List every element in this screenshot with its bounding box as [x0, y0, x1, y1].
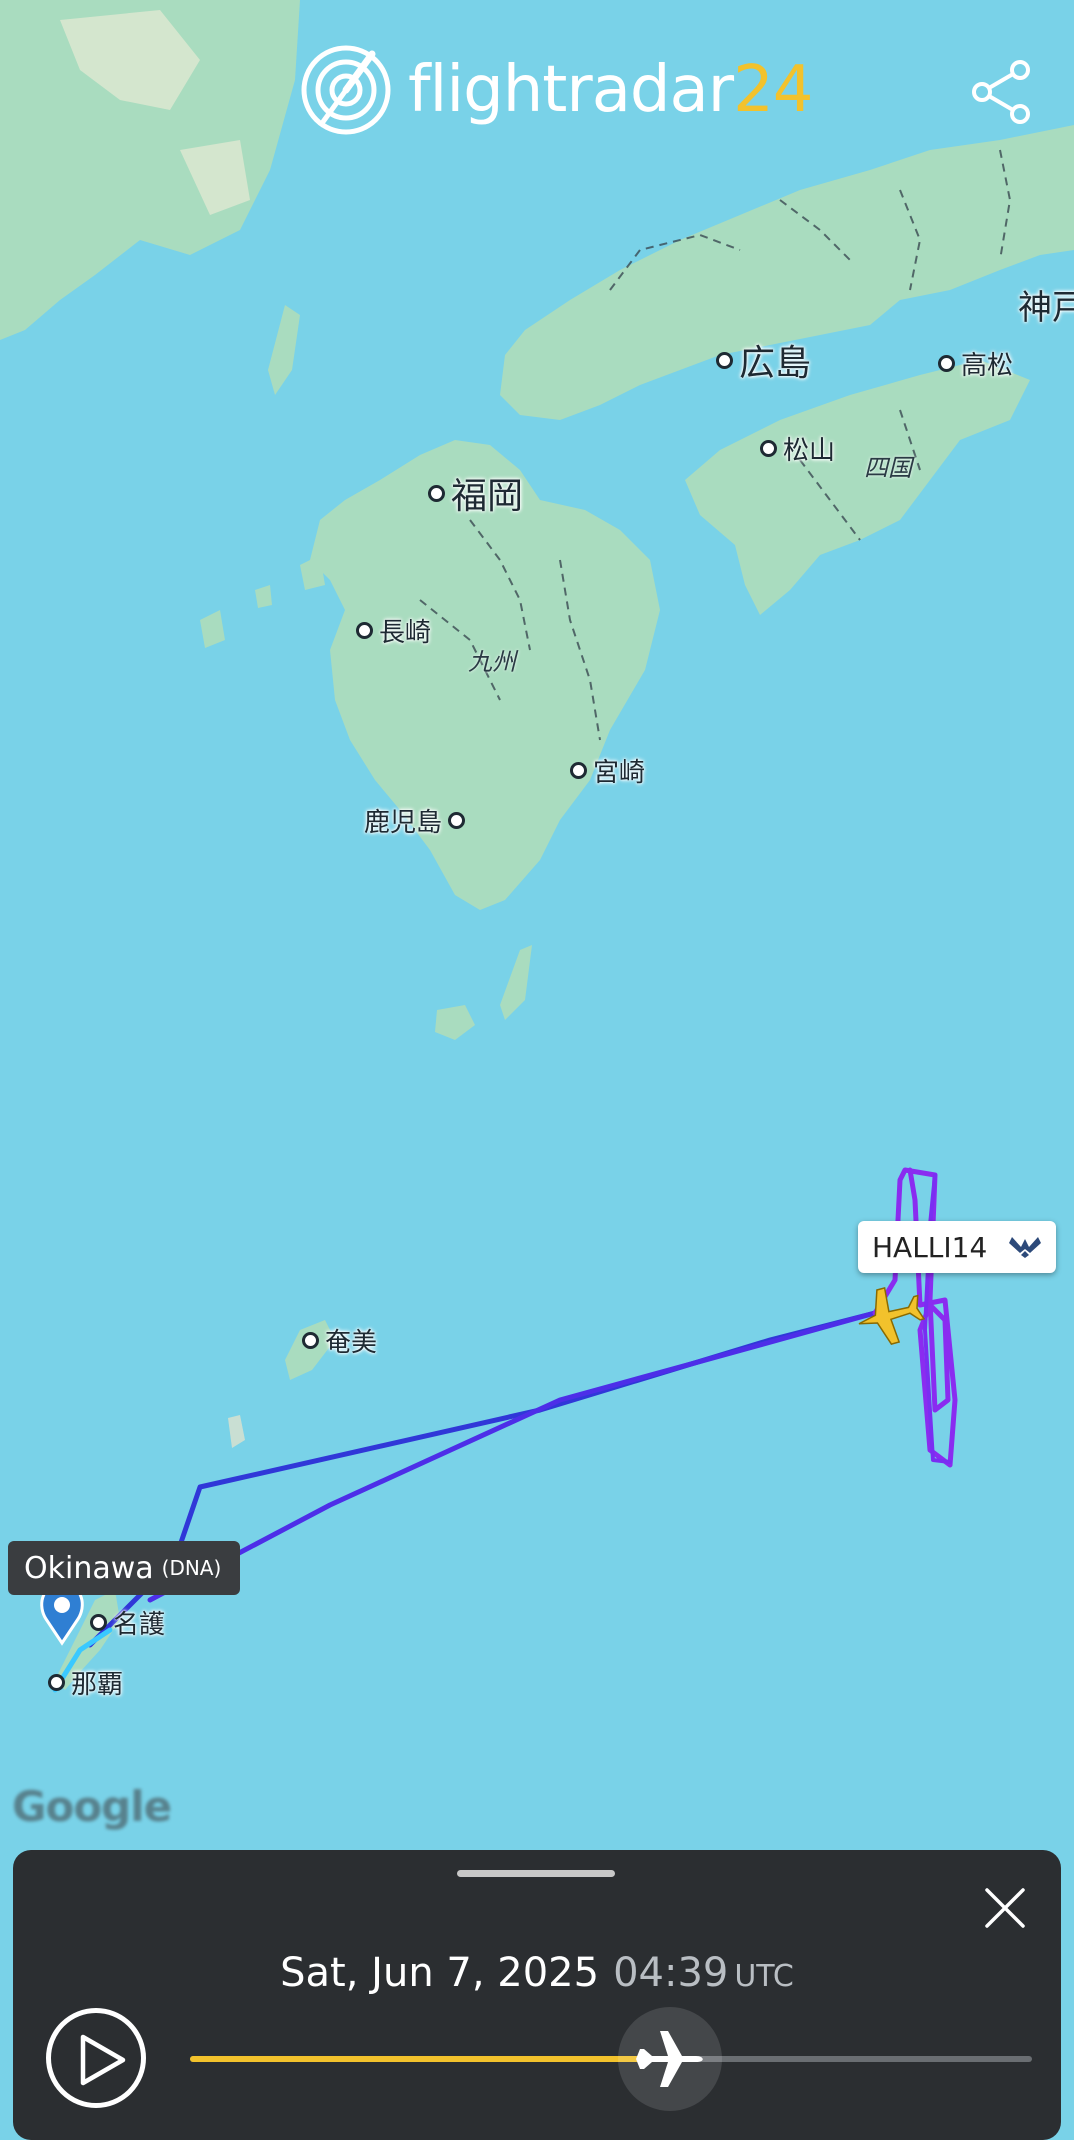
city-label-kagoshima: 鹿児島	[364, 802, 466, 839]
logo-wordmark: flightradar24	[408, 53, 814, 127]
airport-name: Okinawa	[24, 1550, 154, 1586]
share-icon[interactable]	[962, 52, 1042, 132]
flight-callsign-label[interactable]: HALLI14	[858, 1221, 1056, 1273]
close-icon[interactable]	[979, 1882, 1031, 1934]
city-dot	[48, 1674, 65, 1691]
city-label-fukuoka: 福岡	[428, 467, 523, 519]
region-label-kyushu: 九州	[468, 648, 516, 676]
city-label-matsuyama: 松山	[760, 430, 835, 467]
region-label-shikoku: 四国	[864, 454, 912, 482]
airplane-icon	[635, 2031, 703, 2087]
play-icon	[80, 2034, 126, 2086]
city-label-kobe: 神戸	[1018, 288, 1074, 328]
radar-logo-icon	[301, 45, 391, 135]
playback-timeline[interactable]	[190, 2056, 1032, 2062]
city-dot	[302, 1332, 319, 1349]
city-dot	[570, 762, 587, 779]
callsign-text: HALLI14	[872, 1230, 988, 1264]
playback-timezone: UTC	[734, 1959, 794, 1994]
playback-panel: Sat, Jun 7, 2025 04:39 UTC	[13, 1850, 1061, 2140]
app-logo: flightradar24	[300, 40, 814, 140]
google-attribution: Google	[12, 1782, 172, 1831]
airport-label[interactable]: Okinawa (DNA)	[8, 1541, 240, 1595]
playback-time: 04:39	[613, 1950, 729, 1996]
city-dot	[716, 351, 733, 369]
playback-progress	[190, 2056, 670, 2062]
playback-date: Sat, Jun 7, 2025	[280, 1950, 600, 1996]
city-label-miyazaki: 宮崎	[570, 752, 645, 789]
city-dot	[90, 1614, 107, 1631]
playback-datetime: Sat, Jun 7, 2025 04:39 UTC	[13, 1950, 1061, 1996]
timeline-scrubber[interactable]	[617, 2007, 722, 2111]
air-force-emblem-icon	[1009, 1237, 1041, 1258]
city-label-takamatsu: 高松	[938, 345, 1013, 382]
city-label-nago: 名護	[90, 1604, 165, 1641]
play-button[interactable]	[46, 2008, 146, 2108]
city-label-nagasaki: 長崎	[356, 612, 431, 649]
city-dot	[428, 484, 445, 502]
city-label-naha: 那覇	[48, 1664, 123, 1701]
city-dot	[448, 812, 466, 829]
city-label-amami: 奄美	[302, 1322, 377, 1359]
airport-code: (DNA)	[161, 1556, 222, 1580]
city-label-hiroshima: 広島	[716, 334, 811, 386]
city-dot	[356, 622, 373, 639]
city-dot	[938, 355, 955, 372]
city-dot	[760, 440, 777, 457]
panel-drag-handle[interactable]	[457, 1870, 615, 1877]
